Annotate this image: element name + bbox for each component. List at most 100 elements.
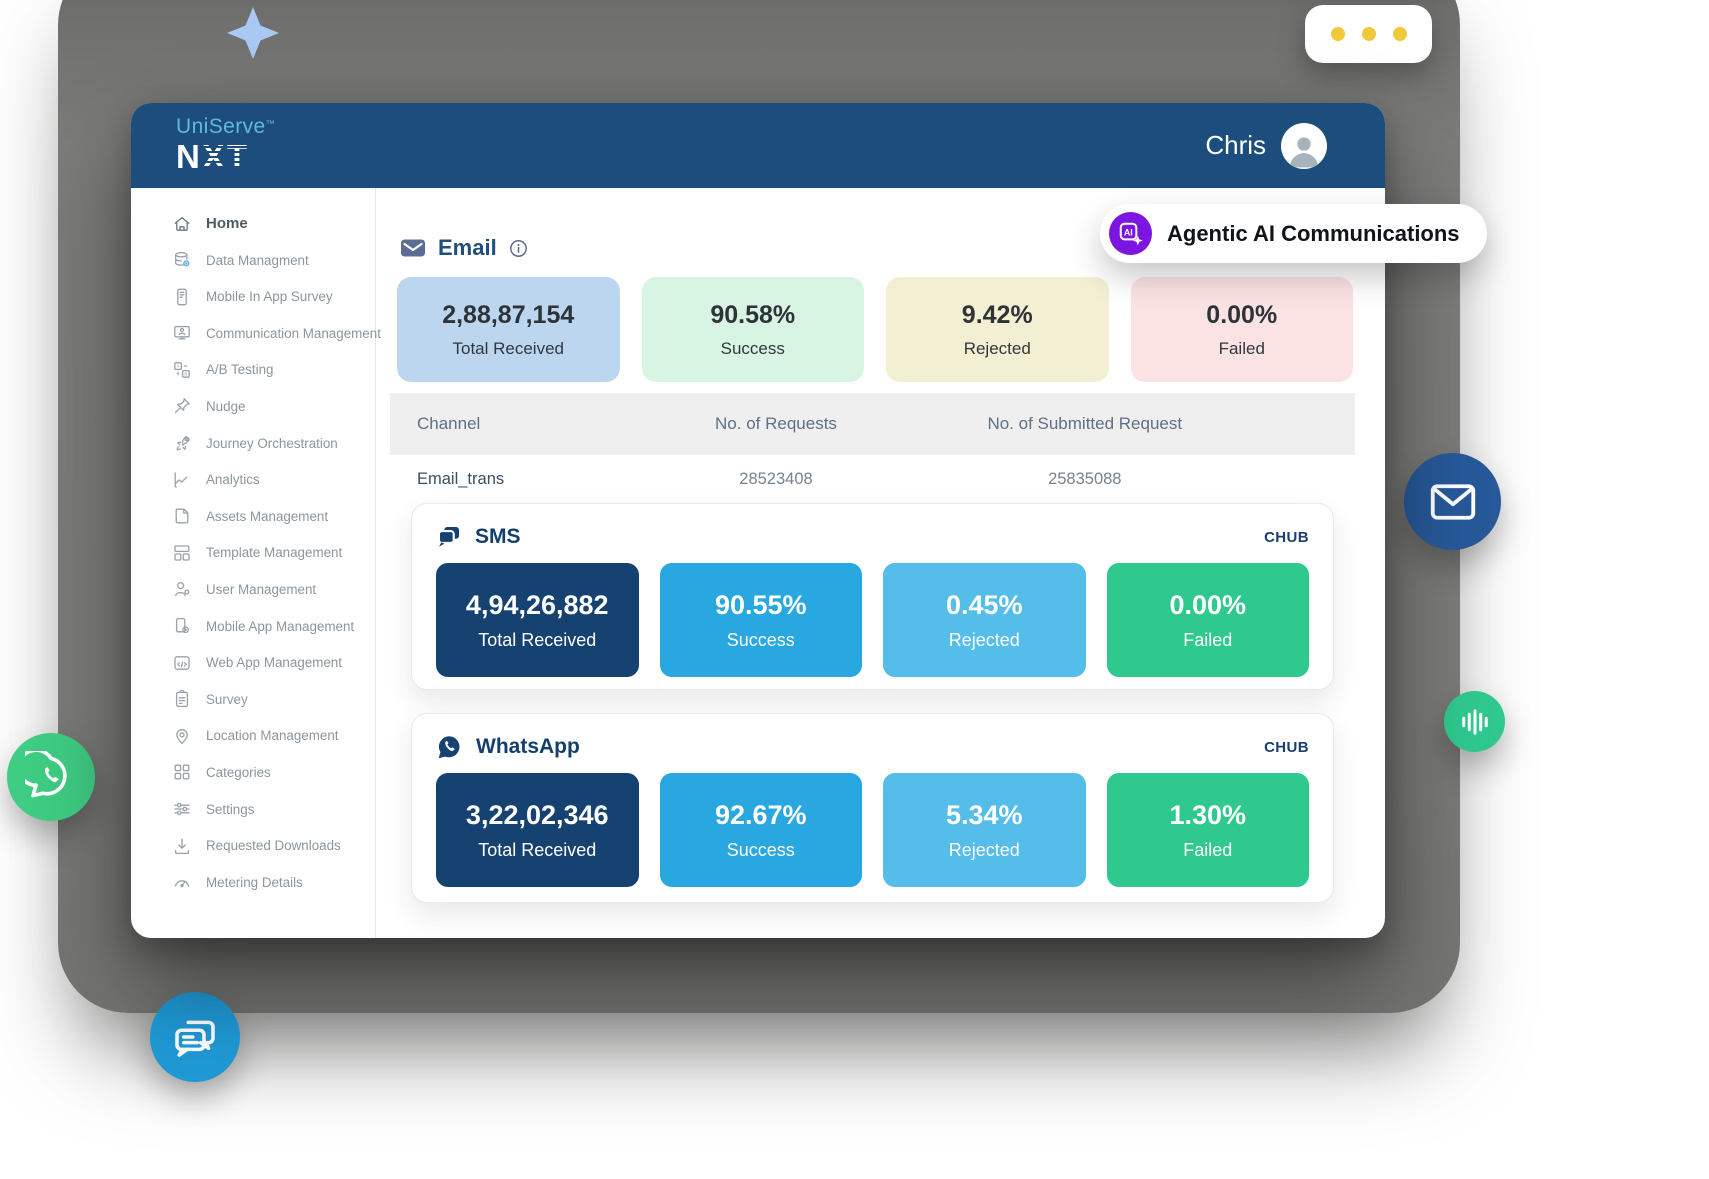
stat-label: Rejected: [948, 629, 1020, 650]
svg-text:B: B: [184, 371, 187, 377]
app-body: Home Data Managment Mobile In App Survey…: [131, 188, 1487, 938]
sidebar-item-template-management[interactable]: Template Management: [131, 541, 375, 564]
col-header-requests: No. of Requests: [715, 414, 837, 433]
brand-line2: NXT: [176, 138, 254, 177]
ab-testing-icon: AB: [172, 360, 192, 380]
sidebar-item-requested-downloads[interactable]: Requested Downloads: [131, 834, 375, 857]
whatsapp-panel: WhatsApp CHUB 3,22,02,346 Total Received…: [411, 713, 1334, 903]
stat-label: Failed: [1218, 338, 1265, 358]
sidebar-item-label: Home: [206, 215, 248, 232]
email-success-card: 90.58% Success: [641, 277, 864, 382]
stat-value: 0.00%: [1206, 300, 1278, 329]
sidebar-item-journey-orchestration[interactable]: Journey Orchestration: [131, 432, 375, 455]
window-dot-icon: [1330, 27, 1345, 41]
stat-label: Total Received: [478, 629, 597, 650]
browser-dots-pill: [1305, 5, 1432, 63]
brand-line1: UniServe: [176, 115, 266, 139]
sidebar-item-label: A/B Testing: [206, 362, 274, 378]
sidebar-item-nudge[interactable]: Nudge: [131, 395, 375, 418]
stat-value: 90.58%: [710, 300, 796, 329]
chat-float-icon: [150, 992, 240, 1082]
sidebar: Home Data Managment Mobile In App Survey…: [131, 188, 381, 938]
whatsapp-failed-card: 1.30% Failed: [1106, 773, 1309, 887]
categories-icon: [172, 762, 192, 782]
stat-label: Failed: [1183, 839, 1233, 860]
main-content: AI Agentic AI Communications Email 2,88,…: [376, 188, 1487, 938]
stat-value: 90.55%: [714, 589, 807, 620]
sms-failed-card: 0.00% Failed: [1106, 563, 1309, 677]
whatsapp-float-icon: [7, 733, 95, 821]
email-section-header: Email: [400, 235, 528, 261]
agentic-ai-pill[interactable]: AI Agentic AI Communications: [1100, 204, 1487, 263]
whatsapp-rejected-card: 5.34% Rejected: [883, 773, 1086, 887]
sidebar-item-location-management[interactable]: Location Management: [131, 724, 375, 747]
sidebar-item-metering-details[interactable]: Metering Details: [131, 871, 375, 894]
sidebar-item-label: Mobile App Management: [206, 618, 355, 634]
table-row: Email_trans 28523408 25835088: [390, 455, 1355, 503]
sidebar-item-web-app-management[interactable]: Web App Management: [131, 651, 375, 674]
whatsapp-title: WhatsApp: [476, 735, 580, 758]
sidebar-item-label: Requested Downloads: [206, 838, 341, 854]
download-icon: [172, 836, 192, 856]
sidebar-item-ab-testing[interactable]: AB A/B Testing: [131, 358, 375, 381]
sidebar-item-label: User Management: [206, 581, 317, 597]
sidebar-item-label: Nudge: [206, 398, 246, 414]
stat-value: 1.30%: [1169, 799, 1247, 830]
sms-hub-label: CHUB: [1264, 528, 1309, 546]
whatsapp-hub-label: CHUB: [1264, 738, 1309, 756]
window-dot-icon: [1392, 27, 1407, 41]
sidebar-item-settings[interactable]: Settings: [131, 798, 375, 821]
template-icon: [172, 543, 192, 563]
sidebar-item-home[interactable]: Home: [131, 212, 375, 235]
sidebar-item-communication-management[interactable]: Communication Management: [131, 322, 381, 345]
stat-label: Success: [726, 629, 795, 650]
sidebar-item-user-management[interactable]: User Management: [131, 578, 375, 601]
svg-text:AI: AI: [1123, 227, 1132, 237]
stat-value: 0.00%: [1169, 589, 1247, 620]
app-window: UniServe™ NXT Chris Home Data Managment …: [131, 103, 1487, 938]
sliders-icon: [172, 799, 192, 819]
location-icon: [172, 726, 192, 746]
cell-submitted: 25835088: [1048, 469, 1122, 488]
sidebar-item-mobile-in-app-survey[interactable]: Mobile In App Survey: [131, 285, 375, 308]
sms-total-received-card: 4,94,26,882 Total Received: [436, 563, 639, 677]
user-icon: [172, 579, 192, 599]
app-header: UniServe™ NXT Chris: [131, 103, 1385, 188]
sidebar-item-label: Template Management: [206, 545, 343, 561]
sms-rejected-card: 0.45% Rejected: [883, 563, 1086, 677]
rocket-icon: [172, 433, 192, 453]
envelope-icon: [401, 239, 425, 257]
stat-label: Failed: [1183, 629, 1233, 650]
whatsapp-stats-row: 3,22,02,346 Total Received 92.67% Succes…: [436, 773, 1309, 887]
user-block[interactable]: Chris: [1205, 122, 1327, 169]
sidebar-item-label: Communication Management: [206, 325, 381, 341]
user-avatar[interactable]: [1281, 122, 1327, 169]
sidebar-item-data-management[interactable]: Data Managment: [131, 249, 375, 272]
sidebar-item-label: Web App Management: [206, 655, 342, 671]
sidebar-item-label: Survey: [206, 691, 248, 707]
sidebar-item-label: Analytics: [206, 472, 260, 488]
brand-logo: UniServe™ NXT: [176, 115, 275, 177]
sidebar-item-assets-management[interactable]: Assets Management: [131, 505, 375, 528]
mail-float-icon: [1404, 453, 1501, 550]
table-header-row: Channel No. of Requests No. of Submitted…: [390, 393, 1355, 455]
sidebar-item-label: Categories: [206, 764, 271, 780]
sidebar-item-survey[interactable]: Survey: [131, 688, 375, 711]
audio-wave-float-icon: [1444, 691, 1505, 752]
sms-panel-header: SMS CHUB: [436, 518, 1309, 556]
sidebar-item-analytics[interactable]: Analytics: [131, 468, 375, 491]
user-name: Chris: [1205, 130, 1266, 160]
sidebar-item-categories[interactable]: Categories: [131, 761, 375, 784]
email-total-received-card: 2,88,87,154 Total Received: [397, 277, 620, 382]
database-icon: [172, 250, 192, 270]
cell-channel: Email_trans: [417, 469, 505, 488]
chat-bubbles-icon: [437, 526, 460, 547]
sms-title: SMS: [475, 525, 521, 548]
sidebar-item-label: Settings: [206, 801, 255, 817]
whatsapp-icon: [438, 735, 460, 758]
clipboard-icon: [172, 689, 192, 709]
info-icon[interactable]: [509, 239, 528, 258]
agentic-ai-label: Agentic AI Communications: [1167, 220, 1460, 246]
web-app-icon: [172, 653, 192, 673]
sidebar-item-mobile-app-management[interactable]: Mobile App Management: [131, 615, 375, 638]
